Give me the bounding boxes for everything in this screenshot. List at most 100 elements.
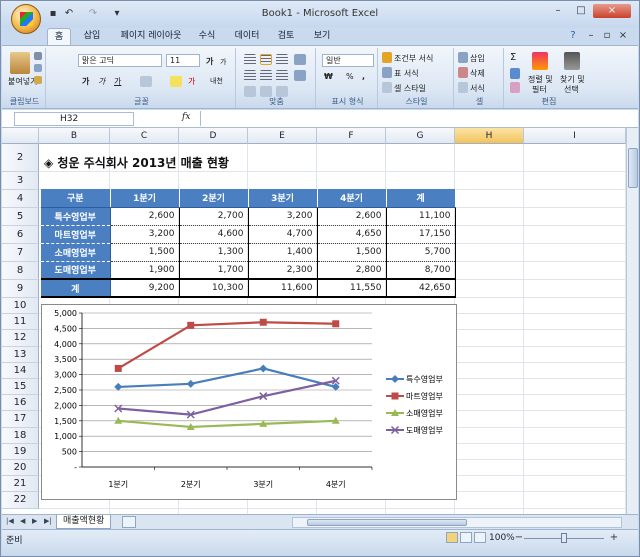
font-name-select[interactable]: 맑은 고딕 [78, 54, 162, 67]
format-cells-icon[interactable] [458, 82, 468, 93]
row-label[interactable]: 소매영업부 [41, 243, 111, 262]
align-center-icon[interactable] [260, 70, 272, 81]
table-cell[interactable]: 17,150 [386, 225, 456, 244]
name-box[interactable]: H32 [14, 112, 134, 126]
format-table-button[interactable]: 표 서식 [394, 68, 419, 79]
help-icon[interactable]: ? [567, 30, 579, 42]
zoom-in-icon[interactable]: + [608, 532, 620, 544]
row-header-19[interactable]: 19 [2, 443, 39, 460]
total-label[interactable]: 계 [41, 278, 111, 298]
fill-icon[interactable] [510, 68, 520, 79]
row-header-10[interactable]: 10 [2, 298, 39, 315]
align-bottom-icon[interactable] [276, 54, 288, 65]
shrink-font-button[interactable]: 가 [220, 57, 226, 67]
bold-button[interactable]: 가 [82, 76, 89, 87]
column-header-c[interactable]: C [110, 128, 179, 144]
clear-icon[interactable] [510, 82, 520, 93]
total-cell[interactable]: 10,300 [179, 278, 249, 298]
row-header-4[interactable]: 4 [2, 190, 39, 208]
ribbon-minimize-icon[interactable]: – [585, 30, 597, 42]
table-cell[interactable]: 4,700 [248, 225, 318, 244]
minimize-button[interactable]: – [547, 4, 569, 18]
row-header-8[interactable]: 8 [2, 262, 39, 280]
delete-cells-button[interactable]: 삭제 [470, 68, 485, 79]
total-cell[interactable]: 42,650 [386, 278, 456, 298]
font-size-select[interactable]: 11 [166, 54, 200, 67]
row-header-22[interactable]: 22 [2, 492, 39, 509]
table-header[interactable]: 계 [386, 189, 456, 208]
row-label[interactable]: 특수영업부 [41, 207, 111, 226]
column-header-h[interactable]: H [455, 128, 524, 144]
tab-data[interactable]: 데이터 [229, 28, 265, 45]
row-header-13[interactable]: 13 [2, 346, 39, 363]
row-header-7[interactable]: 7 [2, 244, 39, 262]
zoom-level[interactable]: 100% [489, 533, 515, 543]
vertical-scrollbar[interactable] [626, 128, 638, 514]
table-cell[interactable]: 4,650 [317, 225, 387, 244]
cut-icon[interactable] [34, 52, 42, 60]
grow-font-button[interactable]: 가 [206, 56, 213, 67]
table-header[interactable]: 3분기 [248, 189, 318, 208]
table-cell[interactable]: 8,700 [386, 261, 456, 280]
column-header-d[interactable]: D [179, 128, 248, 144]
table-cell[interactable]: 11,100 [386, 207, 456, 226]
column-header-g[interactable]: G [386, 128, 455, 144]
number-format-select[interactable]: 일반 [322, 54, 374, 67]
row-label[interactable]: 마트영업부 [41, 225, 111, 244]
phonetic-button[interactable]: 내천 [210, 76, 223, 86]
align-middle-icon[interactable] [260, 54, 272, 65]
row-header-12[interactable]: 12 [2, 330, 39, 347]
table-header[interactable]: 1분기 [110, 189, 180, 208]
normal-view-icon[interactable] [446, 532, 458, 543]
row-header-17[interactable]: 17 [2, 411, 39, 428]
table-cell[interactable]: 3,200 [110, 225, 180, 244]
column-header-b[interactable]: B [39, 128, 110, 144]
row-header-21[interactable]: 21 [2, 476, 39, 493]
page-layout-view-icon[interactable] [460, 532, 472, 543]
table-cell[interactable]: 2,600 [110, 207, 180, 226]
tab-review[interactable]: 검토 [271, 28, 301, 45]
table-header[interactable]: 2분기 [179, 189, 249, 208]
underline-button[interactable]: 가 [114, 76, 121, 87]
tab-insert[interactable]: 삽입 [77, 28, 107, 45]
formula-input[interactable] [200, 111, 624, 126]
column-header-i[interactable]: I [524, 128, 626, 144]
font-color-button[interactable]: 가 [188, 76, 195, 87]
total-cell[interactable]: 11,550 [317, 278, 387, 298]
last-sheet-icon[interactable]: ▶| [44, 517, 52, 525]
tab-view[interactable]: 보기 [307, 28, 337, 45]
fill-color-icon[interactable] [170, 76, 182, 87]
vertical-scroll-thumb[interactable] [628, 148, 638, 188]
table-cell[interactable]: 2,600 [317, 207, 387, 226]
cell-styles-icon[interactable] [382, 82, 392, 93]
format-painter-icon[interactable] [34, 76, 42, 84]
table-cell[interactable]: 1,400 [248, 243, 318, 262]
find-select-label-2[interactable]: 선택 [564, 84, 579, 95]
table-cell[interactable]: 4,600 [179, 225, 249, 244]
comma-button[interactable]: , [362, 72, 365, 81]
percent-button[interactable]: % [346, 72, 354, 81]
wrap-text-icon[interactable] [294, 54, 306, 65]
paste-icon[interactable] [10, 52, 30, 74]
worksheet-grid[interactable]: BCDEFGHI 2 3 4 5 6 7 8 9 10 11 12 13 14 15 16 17 18 19 20 2… [2, 128, 638, 514]
table-cell[interactable]: 3,200 [248, 207, 318, 226]
find-select-icon[interactable] [564, 52, 580, 70]
sheet-tab[interactable]: 매출액현황 [56, 515, 112, 529]
horizontal-scrollbar[interactable] [292, 517, 622, 528]
row-header-15[interactable]: 15 [2, 379, 39, 396]
sort-filter-label-2[interactable]: 필터 [532, 84, 547, 95]
align-right-icon[interactable] [276, 70, 288, 81]
tab-page-layout[interactable]: 페이지 레이아웃 [113, 28, 189, 45]
line-chart[interactable]: 5,000 4,500 4,000 3,500 3,000 2,500 2,000 1,500… [41, 304, 457, 500]
insert-sheet-icon[interactable] [122, 516, 136, 528]
total-cell[interactable]: 11,600 [248, 278, 318, 298]
table-cell[interactable]: 1,300 [179, 243, 249, 262]
delete-cells-icon[interactable] [458, 67, 468, 78]
cell-styles-button[interactable]: 셀 스타일 [394, 83, 426, 94]
row-header-5[interactable]: 5 [2, 208, 39, 226]
row-header-20[interactable]: 20 [2, 460, 39, 477]
tab-home[interactable]: 홈 [47, 28, 71, 45]
currency-button[interactable]: ₩ [324, 72, 333, 81]
table-cell[interactable]: 2,300 [248, 261, 318, 280]
first-sheet-icon[interactable]: |◀ [6, 517, 14, 525]
